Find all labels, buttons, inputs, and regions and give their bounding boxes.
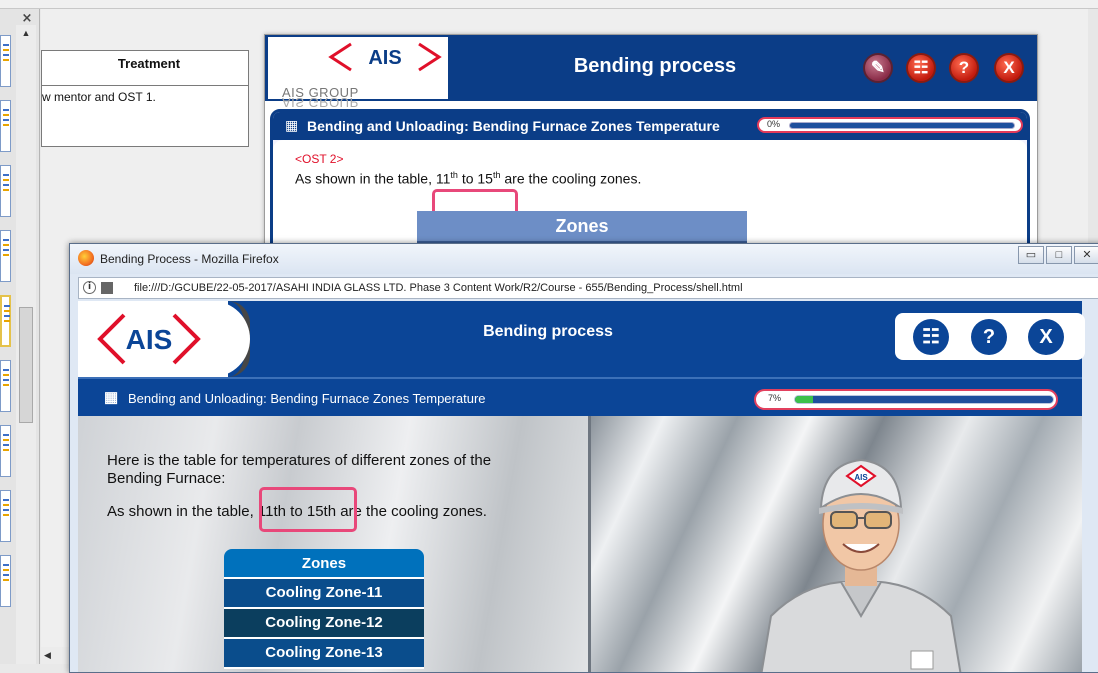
- course-progress-fill: [795, 396, 814, 403]
- window-titlebar[interactable]: Bending Process - Mozilla Firefox ▭ □ ✕: [70, 244, 1098, 274]
- table-row: Cooling Zone-11: [224, 579, 424, 609]
- preview-progress-track: [789, 122, 1015, 129]
- thumbnail[interactable]: [0, 425, 11, 477]
- preview-header: AIS AIS GROUP AIS GROUP Bending process …: [265, 35, 1037, 110]
- course-logo-text: AIS: [126, 324, 173, 355]
- firefox-icon: [78, 250, 94, 266]
- preview-logo-group-reflection: AIS GROUP: [282, 95, 359, 110]
- window-title: Bending Process - Mozilla Firefox: [100, 252, 279, 266]
- course-progress-label: 7%: [768, 393, 782, 403]
- close-window-button[interactable]: ✕: [1074, 246, 1098, 264]
- close-course-button[interactable]: X: [1028, 319, 1064, 355]
- thumbnail[interactable]: [0, 165, 11, 217]
- intro-text: Here is the table for temperatures of di…: [107, 452, 492, 487]
- course-progress-bar: 7%: [754, 389, 1058, 410]
- maximize-button[interactable]: □: [1046, 246, 1072, 264]
- content-text-panel: Here is the table for temperatures of di…: [78, 416, 588, 672]
- course-header: AIS Bending process ☷ ? X: [78, 301, 1085, 377]
- thumbnail-selected[interactable]: [0, 295, 11, 347]
- preview-progress-label: 0%: [767, 119, 781, 129]
- address-bar[interactable]: i file:///D:/GCUBE/22-05-2017/ASAHI INDI…: [78, 277, 1098, 299]
- preview-subtitle: Bending and Unloading: Bending Furnace Z…: [307, 118, 720, 134]
- grid-icon: ▦: [104, 389, 119, 406]
- thumbnail[interactable]: [0, 490, 11, 542]
- preview-logo-text: AIS: [368, 47, 401, 69]
- course-title: Bending process: [483, 323, 613, 340]
- preview-zones-header: Zones: [417, 211, 747, 245]
- highlight-box: [259, 487, 357, 532]
- preview-logo: AIS AIS GROUP AIS GROUP: [268, 37, 448, 110]
- course-subtitle-bar: ▦ Bending and Unloading: Bending Furnace…: [78, 377, 1082, 416]
- zones-table: Zones Cooling Zone-11 Cooling Zone-12 Co…: [224, 549, 424, 669]
- scrollbar-thumb[interactable]: [19, 307, 33, 423]
- thumbnail[interactable]: [0, 360, 11, 412]
- preview-subtitle-bar: ▦ Bending and Unloading: Bending Furnace…: [273, 112, 1027, 140]
- ais-logo-icon: AIS: [97, 313, 201, 365]
- thumbnail[interactable]: [0, 100, 11, 152]
- table-cell: w mentor and OST 1.: [42, 90, 156, 104]
- cap-logo-text: AIS: [854, 473, 868, 482]
- help-button[interactable]: ?: [971, 319, 1007, 355]
- minimize-button[interactable]: ▭: [1018, 246, 1044, 264]
- preview-help-button[interactable]: ?: [949, 53, 979, 83]
- document-right-scrollbar[interactable]: [1088, 9, 1098, 269]
- slide-thumbnail-pane: × ▲: [0, 9, 40, 664]
- url-text[interactable]: file:///D:/GCUBE/22-05-2017/ASAHI INDIA …: [134, 282, 743, 294]
- thumbnail[interactable]: [0, 230, 11, 282]
- scroll-left-arrow-icon[interactable]: ◀: [41, 647, 71, 664]
- document-table: Treatment w mentor and OST 1.: [41, 50, 249, 147]
- thumbnail[interactable]: [0, 555, 11, 607]
- pane-scrollbar[interactable]: ▲: [16, 25, 36, 664]
- table-header-treatment: Treatment: [42, 51, 248, 86]
- scroll-up-arrow-icon[interactable]: ▲: [16, 25, 36, 41]
- thumbnail[interactable]: [0, 35, 11, 87]
- preview-close-button[interactable]: X: [994, 53, 1024, 83]
- ais-logo-icon: AIS: [328, 42, 442, 72]
- preview-progress-bar: 0%: [757, 117, 1023, 133]
- preview-edit-button[interactable]: ✎: [863, 53, 893, 83]
- grid-icon: ▦: [285, 117, 299, 133]
- document-toolbar-strip: [0, 0, 1098, 9]
- preview-menu-button[interactable]: ☷: [906, 53, 936, 83]
- table-row: Cooling Zone-12: [224, 609, 424, 639]
- zones-table-header: Zones: [224, 549, 424, 579]
- course-content: Here is the table for temperatures of di…: [78, 416, 1082, 672]
- page-icon: [101, 282, 113, 294]
- thumbnail-strip: [0, 35, 13, 620]
- firefox-window: Bending Process - Mozilla Firefox ▭ □ ✕ …: [69, 243, 1098, 673]
- ost-tag: <OST 2>: [295, 152, 344, 166]
- table-row: Cooling Zone-13: [224, 639, 424, 669]
- preview-cooling-line: As shown in the table, 11th to 15th are …: [295, 170, 642, 187]
- course-progress-track: [794, 395, 1054, 404]
- info-icon[interactable]: i: [83, 281, 96, 294]
- course-logo: AIS: [78, 301, 228, 377]
- presenter-character-illustration: AIS: [760, 458, 962, 672]
- course-button-group: ☷ ? X: [895, 313, 1085, 360]
- course-subtitle: Bending and Unloading: Bending Furnace Z…: [128, 391, 486, 406]
- preview-course-window: AIS AIS GROUP AIS GROUP Bending process …: [264, 34, 1038, 246]
- menu-button[interactable]: ☷: [913, 319, 949, 355]
- character-panel: AIS: [588, 416, 1082, 672]
- preview-title: Bending process: [573, 55, 737, 77]
